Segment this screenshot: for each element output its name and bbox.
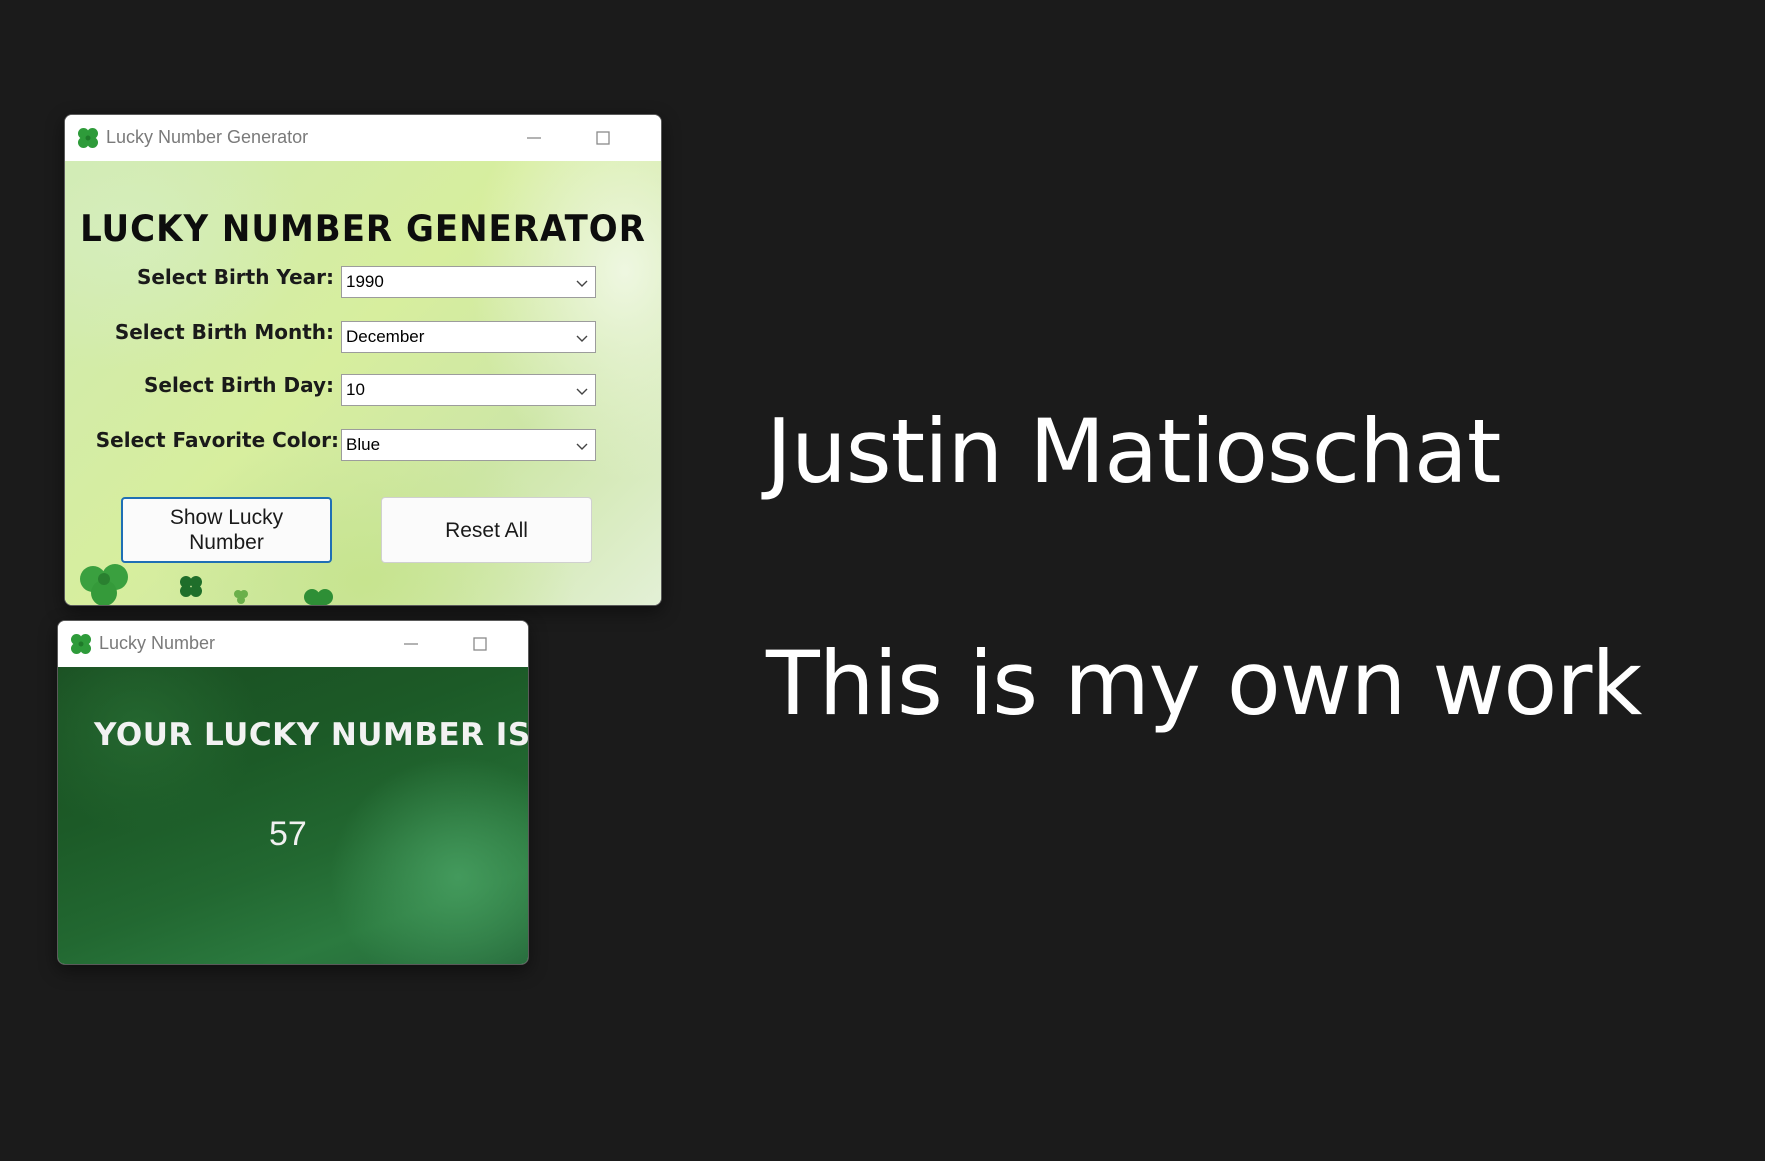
birth-year-value: 1990 [346, 272, 384, 291]
chevron-down-icon [576, 388, 588, 395]
show-lucky-number-label: Show Lucky Number [169, 506, 284, 554]
maximize-button[interactable] [457, 621, 503, 666]
title-bar[interactable]: Lucky Number [58, 621, 528, 666]
birth-year-select[interactable]: 1990 [341, 266, 596, 298]
close-button[interactable] [650, 115, 661, 160]
favorite-color-label: Select Favorite Color: [95, 428, 339, 452]
birth-month-value: December [346, 327, 425, 346]
maximize-button[interactable] [580, 115, 626, 160]
birth-day-select[interactable]: 10 [341, 374, 596, 406]
chevron-down-icon [576, 443, 588, 450]
favorite-color-value: Blue [346, 435, 381, 454]
birth-day-label: Select Birth Day: [143, 373, 334, 397]
window-title: Lucky Number Generator [106, 127, 309, 147]
clover-decoration-icon [304, 589, 333, 605]
reset-all-label: Reset All [445, 518, 528, 542]
window-title: Lucky Number [99, 633, 216, 653]
birth-month-select[interactable]: December [341, 321, 596, 353]
app-heading: LUCKY NUMBER GENERATOR [80, 207, 646, 251]
minimize-button[interactable] [388, 621, 434, 666]
chevron-down-icon [576, 335, 588, 342]
birth-day-value: 10 [346, 380, 365, 399]
birth-year-label: Select Birth Year: [136, 265, 334, 289]
birth-month-label: Select Birth Month: [114, 320, 334, 344]
chevron-down-icon [576, 280, 588, 287]
show-lucky-number-button[interactable]: Show Lucky Number [121, 497, 332, 563]
ownership-statement: This is my own work [766, 632, 1642, 735]
author-name: Justin Matioschat [766, 400, 1501, 503]
reset-all-button[interactable]: Reset All [381, 497, 592, 563]
lucky-number-generator-window: Lucky Number Generator LUCKY NUMBER GENE… [64, 114, 662, 606]
favorite-color-select[interactable]: Blue [341, 429, 596, 461]
result-panel: YOUR LUCKY NUMBER IS: 57 [58, 667, 528, 964]
clover-decoration-icon [234, 590, 248, 604]
lucky-number-window: Lucky Number YOUR LUCKY NUMBER IS: 57 [57, 620, 529, 965]
four-leaf-clover-icon [71, 634, 91, 654]
clover-decoration-icon [80, 564, 128, 605]
close-button[interactable] [527, 621, 528, 666]
minimize-icon [527, 136, 541, 139]
minimize-button[interactable] [511, 115, 557, 160]
lucky-number-value: 57 [269, 815, 307, 853]
minimize-icon [404, 642, 418, 645]
maximize-icon [473, 636, 487, 651]
generator-form: LUCKY NUMBER GENERATOR Select Birth Year… [65, 161, 661, 605]
maximize-icon [596, 130, 610, 145]
result-heading: YOUR LUCKY NUMBER IS: [94, 717, 529, 753]
clover-decoration-icon [180, 576, 202, 597]
title-bar[interactable]: Lucky Number Generator [65, 115, 661, 160]
four-leaf-clover-icon [78, 128, 98, 148]
